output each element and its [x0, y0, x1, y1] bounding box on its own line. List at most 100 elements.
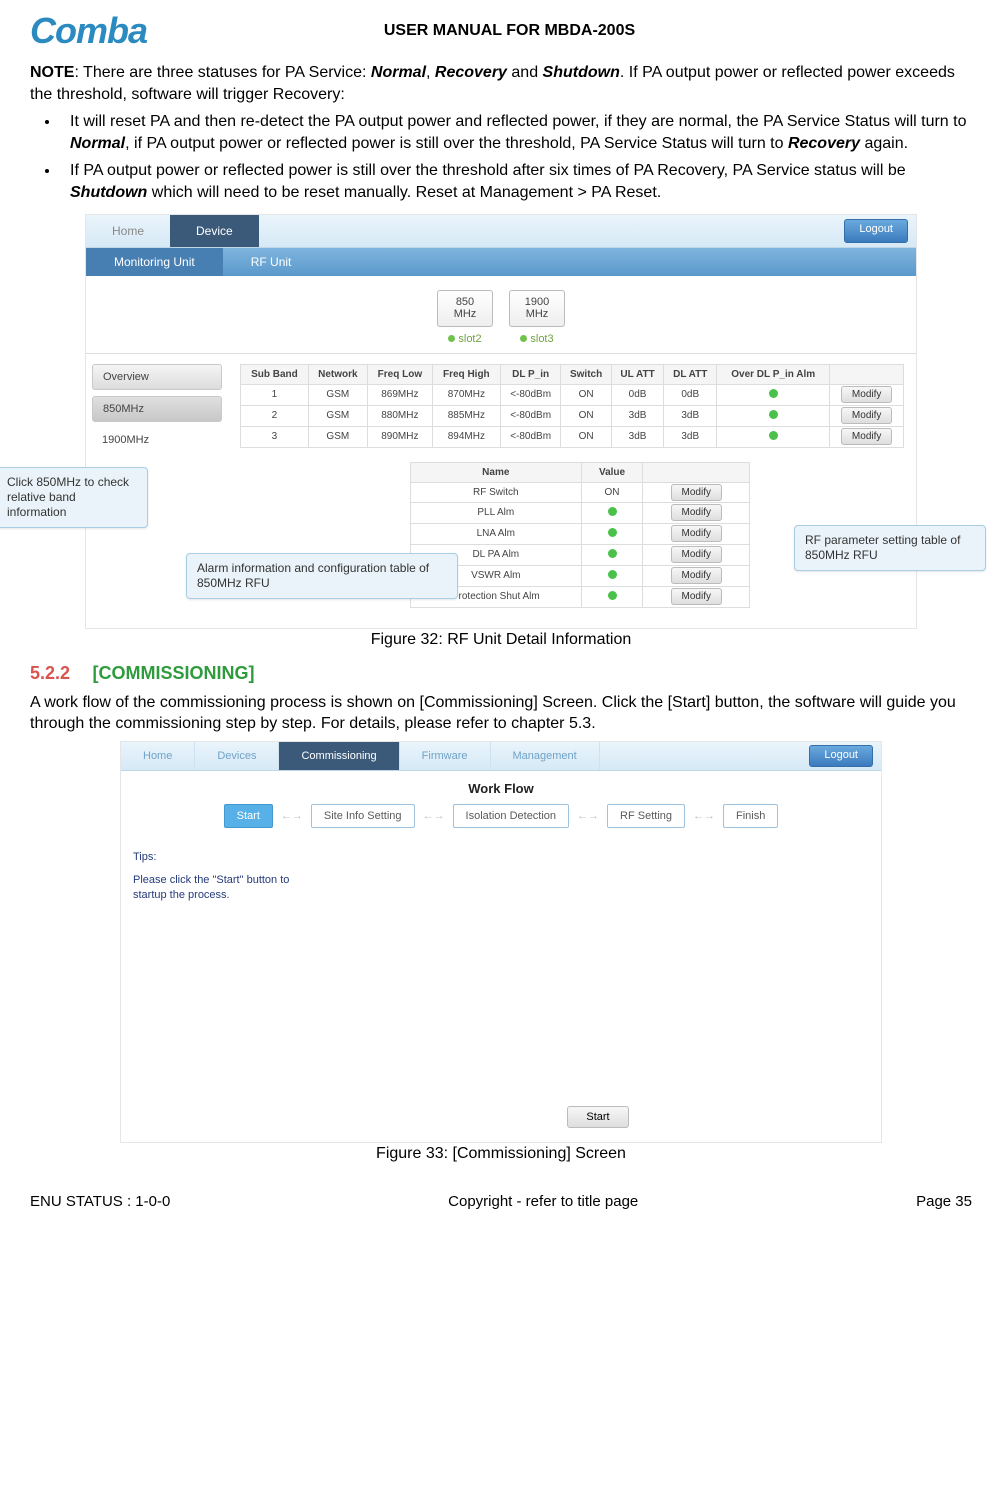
name-cell: PLL Alm [411, 502, 582, 523]
slot-1900[interactable]: 1900MHz slot3 [509, 290, 565, 345]
name-value-table: NameValue RF SwitchONModifyPLL AlmModify… [410, 462, 750, 608]
table-cell: 870MHz [432, 384, 500, 405]
slot-850-l1: 850 [456, 296, 474, 308]
modify-button[interactable]: Modify [841, 428, 892, 445]
b1-normal: Normal [70, 135, 125, 152]
sidebar-overview[interactable]: Overview [92, 364, 222, 390]
col-header: Switch [561, 364, 611, 384]
table-cell: 3dB [611, 426, 664, 447]
modify-button[interactable]: Modify [841, 407, 892, 424]
sidebar-850mhz[interactable]: 850MHz [92, 396, 222, 422]
arrow-icon: ←→ [573, 810, 603, 822]
table-cell: <-80dBm [500, 426, 561, 447]
table-row: RF SwitchONModify [411, 482, 750, 502]
table-cell: 885MHz [432, 405, 500, 426]
modify-button[interactable]: Modify [671, 504, 722, 521]
nav-device[interactable]: Device [170, 215, 259, 247]
col-header [643, 462, 750, 482]
nav33-firmware[interactable]: Firmware [400, 742, 491, 770]
bullet-2: If PA output power or reflected power is… [60, 160, 972, 203]
section-number: 5.2.2 [30, 663, 70, 683]
value-cell [581, 544, 643, 565]
modify-button[interactable]: Modify [671, 484, 722, 501]
name-cell: LNA Alm [411, 523, 582, 544]
value-cell [581, 502, 643, 523]
modify-button[interactable]: Modify [671, 546, 722, 563]
led-icon [520, 335, 527, 342]
col-header: Network [308, 364, 367, 384]
table-row: 2GSM880MHz885MHz<-80dBmON3dB3dBModify [241, 405, 904, 426]
figure-32-caption: Figure 32: RF Unit Detail Information [30, 631, 972, 649]
figure-33: Home Devices Commissioning Firmware Mana… [120, 741, 882, 1143]
table-cell: 3dB [664, 405, 717, 426]
sidebar-1900mhz[interactable]: 1900MHz [92, 428, 222, 452]
nav33-devices[interactable]: Devices [195, 742, 279, 770]
name-cell: RF Switch [411, 482, 582, 502]
workflow-title: Work Flow [121, 781, 881, 796]
nav33-home[interactable]: Home [121, 742, 195, 770]
table-cell: 894MHz [432, 426, 500, 447]
table-cell: ON [561, 384, 611, 405]
arrow-icon: ←→ [689, 810, 719, 822]
table-cell: GSM [308, 405, 367, 426]
wf-siteinfo[interactable]: Site Info Setting [311, 804, 415, 828]
wf-isolation[interactable]: Isolation Detection [453, 804, 570, 828]
led-icon [608, 570, 617, 579]
subband-table: Sub BandNetworkFreq LowFreq HighDL P_inS… [240, 364, 904, 448]
nav33-management[interactable]: Management [491, 742, 600, 770]
table-cell: 1 [241, 384, 309, 405]
modify-button[interactable]: Modify [841, 386, 892, 403]
col-header: Freq High [432, 364, 500, 384]
slot-850-l2: MHz [454, 308, 477, 320]
figure-32: Home Device Logout Monitoring Unit RF Un… [85, 214, 917, 629]
led-icon [769, 431, 778, 440]
logout-button[interactable]: Logout [844, 219, 908, 243]
col-header: Name [411, 462, 582, 482]
start-button[interactable]: Start [567, 1106, 628, 1128]
modify-button[interactable]: Modify [671, 567, 722, 584]
table-cell: 880MHz [367, 405, 432, 426]
wf-start[interactable]: Start [224, 804, 273, 828]
table-cell: 869MHz [367, 384, 432, 405]
table-row: DL PA AlmModify [411, 544, 750, 565]
modify-button[interactable]: Modify [671, 525, 722, 542]
section-title: [COMMISSIONING] [93, 663, 255, 683]
table-cell: 3 [241, 426, 309, 447]
table-cell: 890MHz [367, 426, 432, 447]
led-icon [608, 528, 617, 537]
col-header: Sub Band [241, 364, 309, 384]
b1-text-a: It will reset PA and then re-detect the … [70, 113, 966, 130]
bullet-1: It will reset PA and then re-detect the … [60, 111, 972, 154]
slot-850[interactable]: 850MHz slot2 [437, 290, 493, 345]
nav33-commissioning[interactable]: Commissioning [279, 742, 399, 770]
arrow-icon: ←→ [419, 810, 449, 822]
tips-panel: Tips: Please click the "Start" button to… [121, 842, 315, 1142]
col-header: Over DL P_in Alm [717, 364, 830, 384]
logout-button-33[interactable]: Logout [809, 745, 873, 767]
subnav-monitoring-unit[interactable]: Monitoring Unit [86, 248, 223, 276]
nav-home[interactable]: Home [86, 215, 170, 247]
callout-mid: Alarm information and configuration tabl… [186, 553, 458, 599]
b2-text-b: which will need to be reset manually. Re… [147, 184, 661, 201]
slot-1900-l2: MHz [526, 308, 549, 320]
tips-label: Tips: [133, 850, 303, 865]
led-icon [608, 591, 617, 600]
status-normal: Normal [371, 64, 426, 81]
table-cell: 2 [241, 405, 309, 426]
workflow-row: Start ←→ Site Info Setting ←→ Isolation … [121, 804, 881, 828]
section-para: A work flow of the commissioning process… [30, 692, 972, 735]
value-cell [581, 586, 643, 607]
subnav-rf-unit[interactable]: RF Unit [223, 248, 320, 276]
col-header: DL ATT [664, 364, 717, 384]
col-header [830, 364, 904, 384]
modify-button[interactable]: Modify [671, 588, 722, 605]
slots-row: 850MHz slot2 1900MHz slot3 [86, 276, 916, 353]
note-para: NOTE: There are three statuses for PA Se… [30, 62, 972, 105]
footer-center: Copyright - refer to title page [448, 1193, 638, 1210]
wf-rfsetting[interactable]: RF Setting [607, 804, 685, 828]
b1-text-c: again. [860, 135, 908, 152]
wf-finish[interactable]: Finish [723, 804, 778, 828]
callout-right: RF parameter setting table of 850MHz RFU [794, 525, 986, 571]
b1-recovery: Recovery [788, 135, 860, 152]
figure-33-caption: Figure 33: [Commissioning] Screen [30, 1145, 972, 1163]
